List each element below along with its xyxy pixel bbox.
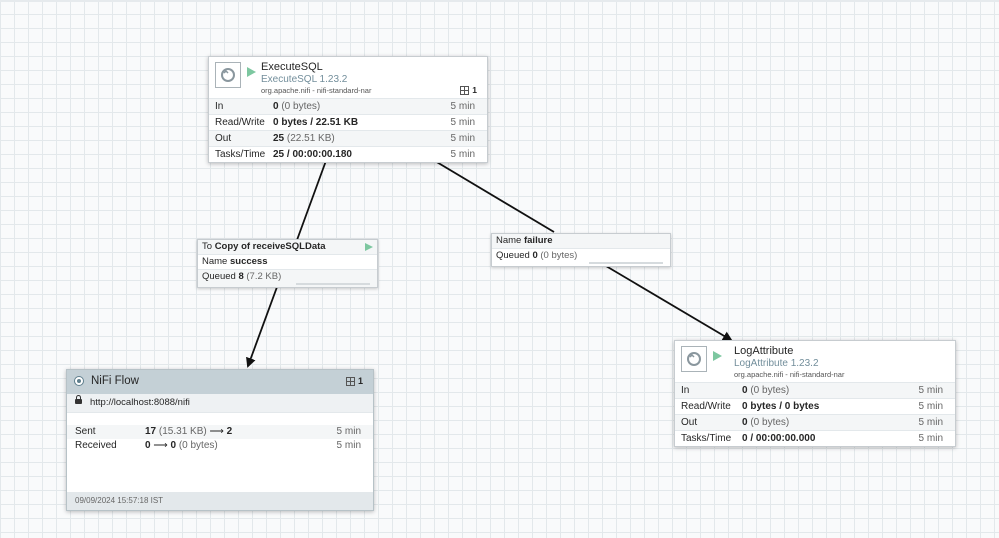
stat-value: 0 (0 bytes) xyxy=(742,417,790,428)
stat-value: 0 bytes / 22.51 KB xyxy=(273,117,359,128)
play-icon xyxy=(365,243,373,251)
stat-row-read-write: Read/Write 0 bytes / 0 bytes 5 min xyxy=(675,398,955,414)
processor-icon xyxy=(681,346,707,372)
stat-row-out: Out 0 (0 bytes) 5 min xyxy=(675,414,955,430)
queued-value: 8 xyxy=(238,271,244,282)
stat-value: 0 (0 bytes) xyxy=(742,385,790,396)
stat-row-in: In 0 (0 bytes) 5 min xyxy=(675,382,955,398)
badge-count: 1 xyxy=(472,85,477,95)
stat-label: In xyxy=(681,385,690,396)
to-value: Copy of receiveSQLData xyxy=(214,241,326,252)
unlock-icon xyxy=(75,395,82,404)
failure-connection-line-bottom[interactable] xyxy=(605,265,733,342)
received-time: 5 min xyxy=(336,440,361,451)
success-connection-label[interactable]: To Copy of receiveSQLData Name success Q… xyxy=(197,239,378,288)
failure-connection-label[interactable]: Name failure Queued 0 (0 bytes) xyxy=(491,233,671,267)
connection-to-row: To Copy of receiveSQLData xyxy=(198,240,377,255)
stat-value: 0 (0 bytes) xyxy=(273,101,321,112)
stat-value: 0 bytes / 0 bytes xyxy=(742,401,820,412)
queue-progress-bar xyxy=(589,262,663,264)
connection-queued-row: Queued 0 (0 bytes) xyxy=(492,249,670,266)
connection-name-row: Name failure xyxy=(492,234,670,249)
remote-group-header: NiFi Flow 1 xyxy=(67,370,373,394)
stat-row-in: In 0 (0 bytes) 5 min xyxy=(209,98,487,114)
stat-label: In xyxy=(215,101,224,112)
processor-bundle: org.apache.nifi - nifi-standard-nar xyxy=(734,370,845,379)
remote-group-url-row: http://localhost:8088/nifi xyxy=(67,394,373,413)
stat-label: Tasks/Time xyxy=(215,149,266,160)
stat-time: 5 min xyxy=(450,149,475,160)
processor-badge: 1 xyxy=(460,85,477,95)
stat-row-read-write: Read/Write 0 bytes / 22.51 KB 5 min xyxy=(209,114,487,130)
last-refreshed-timestamp: 09/09/2024 15:57:18 IST xyxy=(75,496,164,505)
running-icon xyxy=(247,67,256,77)
name-value: failure xyxy=(523,235,553,246)
stat-row-tasks-time: Tasks/Time 0 / 00:00:00.000 5 min xyxy=(675,430,955,446)
remote-group-badge: 1 xyxy=(345,376,363,386)
received-label: Received xyxy=(75,440,117,451)
transmission-status-icon xyxy=(74,376,84,386)
stat-label: Out xyxy=(215,133,232,144)
remote-group-url[interactable]: http://localhost:8088/nifi xyxy=(90,394,190,412)
badge-count: 1 xyxy=(357,376,363,386)
stat-time: 5 min xyxy=(918,385,943,396)
name-value: success xyxy=(229,256,268,267)
processor-bundle: org.apache.nifi - nifi-standard-nar xyxy=(261,86,372,95)
sent-row: Sent 17 (15.31 KB) ⟶ 2 5 min xyxy=(67,425,373,439)
stat-value: 25 / 00:00:00.180 xyxy=(273,149,352,160)
stat-row-out: Out 25 (22.51 KB) 5 min xyxy=(209,130,487,146)
processor-header: LogAttribute LogAttribute 1.23.2 org.apa… xyxy=(675,341,955,382)
name-label: Name xyxy=(496,235,522,246)
queued-value: 0 xyxy=(532,250,538,261)
grid-icon xyxy=(460,85,470,95)
received-value: 0 ⟶ 0 (0 bytes) xyxy=(145,440,218,451)
stat-row-tasks-time: Tasks/Time 25 / 00:00:00.180 5 min xyxy=(209,146,487,162)
execute-sql-processor[interactable]: ExecuteSQL ExecuteSQL 1.23.2 org.apache.… xyxy=(208,56,488,163)
to-label: To xyxy=(202,241,213,252)
sent-value: 17 (15.31 KB) ⟶ 2 xyxy=(145,426,233,437)
processor-name: LogAttribute xyxy=(734,345,794,357)
running-icon xyxy=(713,351,722,361)
stat-time: 5 min xyxy=(918,433,943,444)
queued-label: Queued xyxy=(202,271,236,282)
stat-label: Read/Write xyxy=(215,117,265,128)
stat-time: 5 min xyxy=(450,133,475,144)
stat-label: Out xyxy=(681,417,698,428)
queued-label: Queued xyxy=(496,250,530,261)
processor-name: ExecuteSQL xyxy=(261,61,323,73)
processor-header: ExecuteSQL ExecuteSQL 1.23.2 org.apache.… xyxy=(209,57,487,98)
queue-progress-bar xyxy=(296,283,370,285)
queued-size: (0 bytes) xyxy=(540,250,578,261)
stat-label: Tasks/Time xyxy=(681,433,732,444)
connection-name-row: Name success xyxy=(198,255,377,270)
stat-label: Read/Write xyxy=(681,401,731,412)
sent-label: Sent xyxy=(75,426,96,437)
remote-group-title: NiFi Flow xyxy=(91,375,139,387)
processor-icon xyxy=(215,62,241,88)
stat-time: 5 min xyxy=(450,101,475,112)
processor-type: LogAttribute 1.23.2 xyxy=(734,358,819,369)
stat-time: 5 min xyxy=(450,117,475,128)
processor-type: ExecuteSQL 1.23.2 xyxy=(261,74,348,85)
name-label: Name xyxy=(202,256,228,267)
connection-queued-row: Queued 8 (7.2 KB) xyxy=(198,270,377,287)
log-attribute-processor[interactable]: LogAttribute LogAttribute 1.23.2 org.apa… xyxy=(674,340,956,447)
remote-process-group[interactable]: NiFi Flow 1 http://localhost:8088/nifi S… xyxy=(66,369,374,511)
stat-value: 0 / 00:00:00.000 xyxy=(742,433,816,444)
received-row: Received 0 ⟶ 0 (0 bytes) 5 min xyxy=(67,439,373,453)
queued-size: (7.2 KB) xyxy=(246,271,282,282)
remote-group-footer: 09/09/2024 15:57:18 IST xyxy=(67,492,373,510)
sent-time: 5 min xyxy=(336,426,361,437)
failure-connection-line-top[interactable] xyxy=(429,157,555,233)
stat-value: 25 (22.51 KB) xyxy=(273,133,335,144)
stat-time: 5 min xyxy=(918,417,943,428)
grid-icon xyxy=(345,376,355,386)
stat-time: 5 min xyxy=(918,401,943,412)
success-connection-line-bottom[interactable] xyxy=(246,286,278,368)
success-connection-line-top[interactable] xyxy=(296,157,328,241)
